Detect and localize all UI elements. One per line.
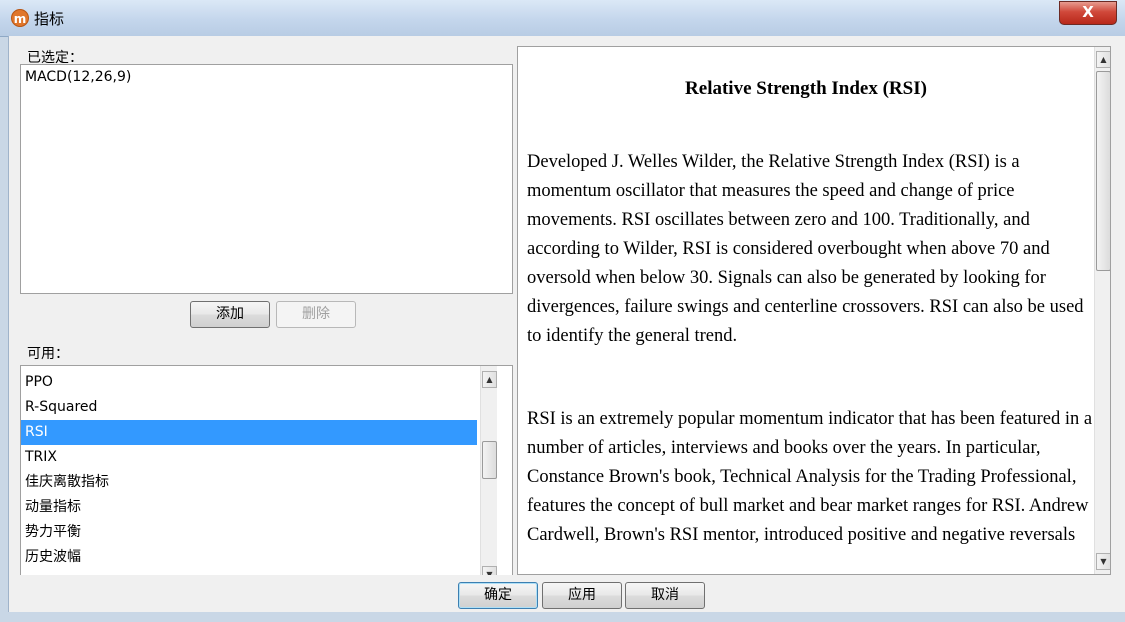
close-button[interactable]: X xyxy=(1059,1,1117,25)
left-panel: 已选定： MACD(12,26,9) 添加 删除 可用： PPO R-Squar… xyxy=(18,46,515,595)
available-group-label: 可用： xyxy=(26,343,70,363)
dialog-button-bar: 确定 应用 取消 xyxy=(9,575,1125,612)
list-item[interactable]: 历史波幅 xyxy=(21,545,477,570)
title-bar: m 指标 X xyxy=(0,0,1125,37)
description-paragraph: Developed J. Welles Wilder, the Relative… xyxy=(527,152,1084,346)
available-indicators-list[interactable]: PPO R-Squared RSI TRIX 佳庆离散指标 动量指标 势力平衡 … xyxy=(20,365,513,591)
list-item[interactable]: 佳庆离散指标 xyxy=(21,470,477,495)
close-icon: X xyxy=(1082,3,1094,21)
list-item[interactable]: 动量指标 xyxy=(21,495,477,520)
scroll-up-arrow-icon[interactable]: ▲ xyxy=(482,371,497,388)
scrollbar-thumb[interactable] xyxy=(1096,71,1110,271)
delete-button[interactable]: 删除 xyxy=(276,301,356,328)
list-item[interactable]: TRIX xyxy=(21,445,477,470)
scroll-down-arrow-icon[interactable]: ▼ xyxy=(1096,553,1110,570)
ok-button[interactable]: 确定 xyxy=(458,582,538,609)
cancel-button[interactable]: 取消 xyxy=(625,582,705,609)
scroll-up-arrow-icon[interactable]: ▲ xyxy=(1096,51,1110,68)
description-paragraph: RSI is an extremely popular momentum ind… xyxy=(527,409,1093,545)
list-item[interactable]: R-Squared xyxy=(21,395,477,420)
apply-button[interactable]: 应用 xyxy=(542,582,622,609)
available-list-scrollbar[interactable]: ▲ ▼ xyxy=(480,366,497,590)
selected-item[interactable]: MACD(12,26,9) xyxy=(25,69,131,85)
description-title: Relative Strength Index (RSI) xyxy=(685,78,927,99)
description-scrollbar[interactable]: ▲ ▼ xyxy=(1094,47,1110,574)
add-button[interactable]: 添加 xyxy=(190,301,270,328)
list-item-selected[interactable]: RSI xyxy=(21,420,477,445)
indicator-dialog: 已选定： MACD(12,26,9) 添加 删除 可用： PPO R-Squar… xyxy=(8,36,1125,612)
description-panel[interactable]: Relative Strength Index (RSI) Developed … xyxy=(517,46,1111,575)
window-title: 指标 xyxy=(34,10,65,28)
scrollbar-thumb[interactable] xyxy=(482,441,497,479)
list-item[interactable]: PPO xyxy=(21,370,477,395)
list-item[interactable]: 势力平衡 xyxy=(21,520,477,545)
selected-indicators-list[interactable]: MACD(12,26,9) xyxy=(20,64,513,294)
description-content: Relative Strength Index (RSI) Developed … xyxy=(518,47,1094,574)
app-logo-icon: m xyxy=(11,9,29,27)
